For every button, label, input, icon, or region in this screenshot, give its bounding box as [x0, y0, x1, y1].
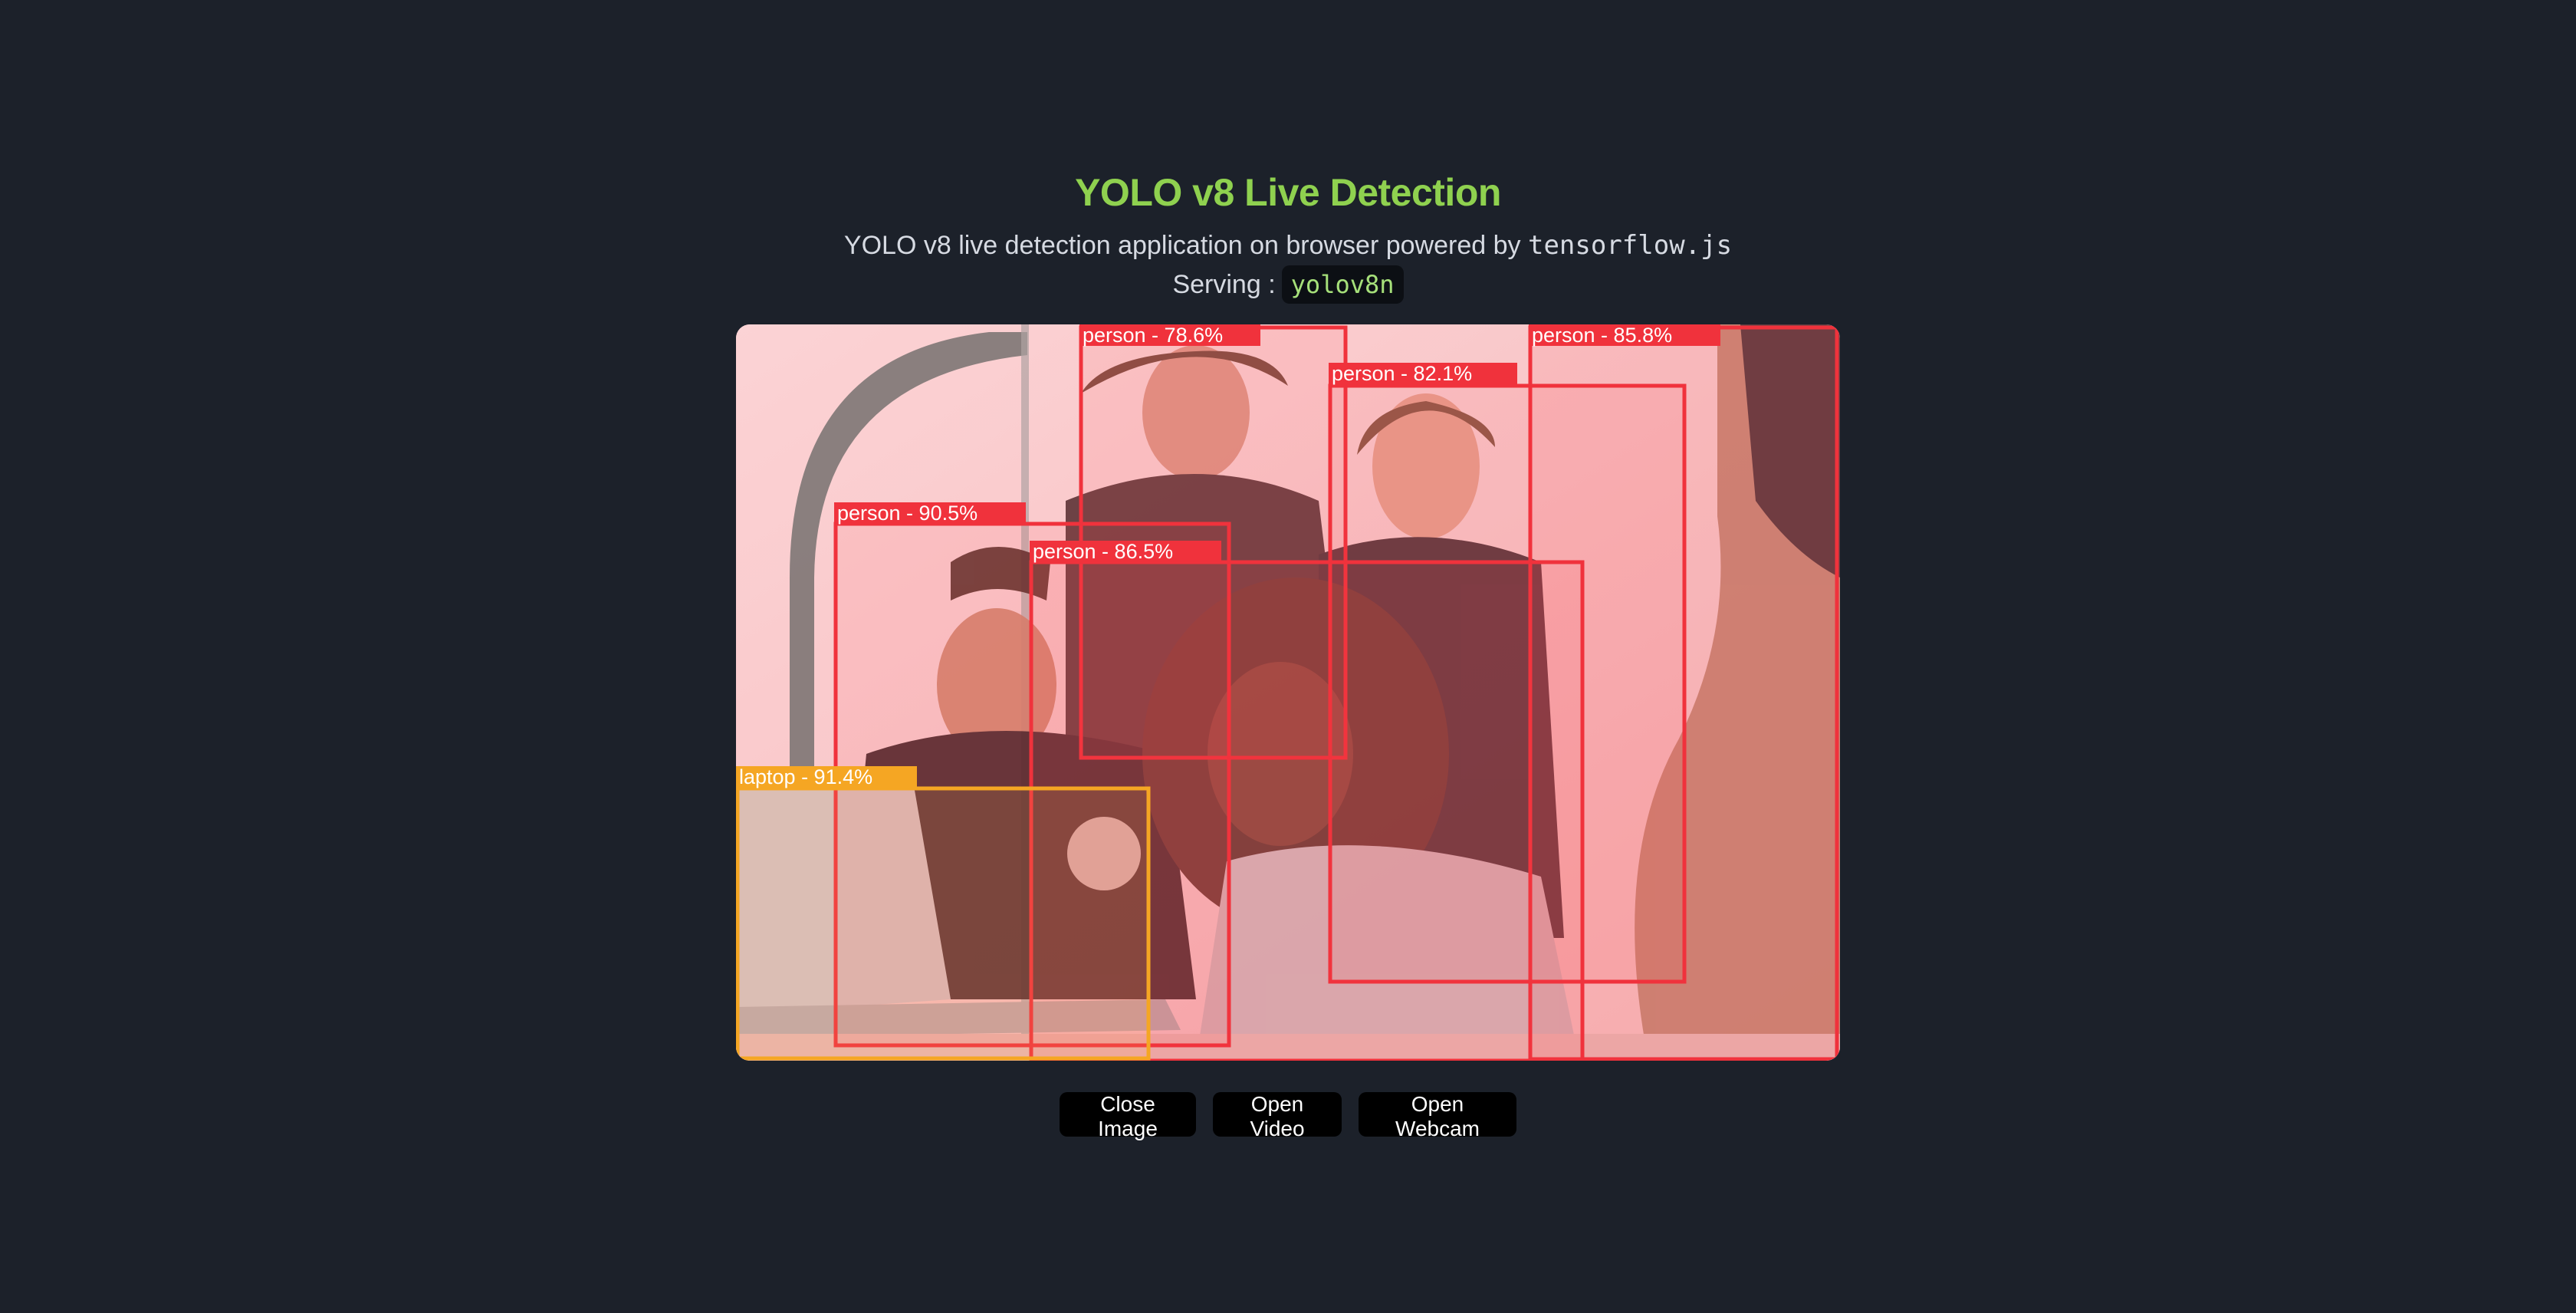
detection-label-4: person - 90.5%	[837, 502, 978, 525]
subtitle-library: tensorflow.js	[1527, 230, 1733, 261]
page-subtitle: YOLO v8 live detection application on br…	[0, 230, 2576, 261]
detection-label-2: person - 85.8%	[1532, 324, 1672, 347]
close-image-button[interactable]: Close Image	[1060, 1092, 1196, 1140]
subtitle-text: YOLO v8 live detection application on br…	[843, 231, 1521, 260]
detection-canvas: person - 78.6% person - 85.8% person - 8…	[736, 324, 1840, 1061]
detection-label-3: person - 82.1%	[1332, 362, 1472, 385]
detection-image: person - 78.6% person - 85.8% person - 8…	[736, 324, 1840, 1061]
control-bar: Close Image Open Video Open Webcam	[0, 1092, 2576, 1140]
detection-label-5: person - 86.5%	[1033, 540, 1173, 563]
open-video-button[interactable]: Open Video	[1213, 1092, 1342, 1140]
page-title: YOLO v8 Live Detection	[1075, 171, 1501, 214]
serving-label: Serving :	[1172, 269, 1276, 299]
model-badge: yolov8n	[1281, 265, 1404, 304]
serving-line: Serving : yolov8n	[0, 265, 2576, 304]
open-webcam-button[interactable]: Open Webcam	[1359, 1092, 1516, 1140]
detection-label-1: person - 78.6%	[1083, 324, 1223, 347]
detection-box-6	[736, 786, 1151, 1061]
detection-label-6: laptop - 91.4%	[739, 765, 872, 788]
